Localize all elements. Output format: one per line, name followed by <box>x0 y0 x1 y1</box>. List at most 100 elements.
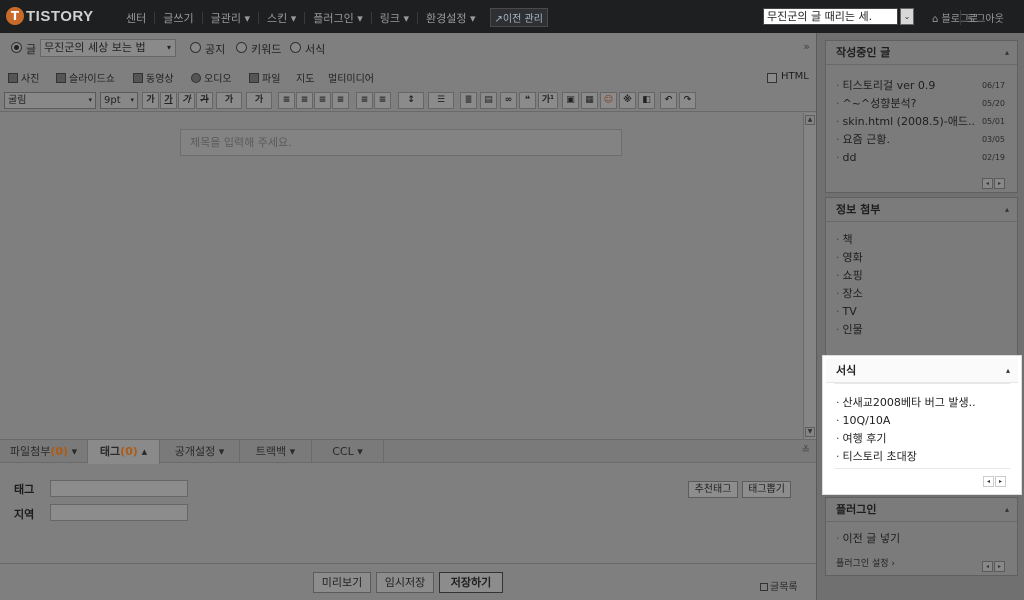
tab-file-attach[interactable]: 파일첨부(0) ▾ <box>0 440 88 463</box>
nav-posts[interactable]: 글관리 ▾ <box>211 10 250 26</box>
title-input[interactable]: 제목을 입력해 주세요. <box>180 129 622 156</box>
strike-button[interactable]: 가 <box>196 92 213 109</box>
list-item[interactable]: · 이전 글 넣기 <box>826 530 1017 548</box>
underline-button[interactable]: 가 <box>160 92 177 109</box>
media-audio-button[interactable]: 오디오 <box>191 70 232 85</box>
save-template-button[interactable]: ◧ <box>638 92 655 109</box>
minimize-icon[interactable]: ▴ <box>1005 498 1009 521</box>
list-item[interactable]: · 영화 <box>826 249 1017 267</box>
editor-scrollbar[interactable]: ▲ ▼ <box>803 113 816 439</box>
media-video-button[interactable]: 동영상 <box>133 70 174 85</box>
post-list-link[interactable]: 글목록 <box>760 578 798 593</box>
list-item[interactable]: · TV <box>826 303 1017 321</box>
recommend-tags-button[interactable]: 추천태그 <box>688 481 738 498</box>
list-item[interactable]: · 티스토리 초대장 <box>826 448 1018 466</box>
align-left-button[interactable]: ≡ <box>278 92 295 109</box>
prev-page-icon[interactable]: ◂ <box>982 178 993 189</box>
html-checkbox[interactable] <box>767 73 777 83</box>
list-item[interactable]: · 티스토리걸 ver 0.9 06/17 <box>826 77 1017 95</box>
box-button[interactable]: ▣ <box>562 92 579 109</box>
font-select[interactable]: 굴림 ▾ <box>4 92 96 109</box>
expand-icon[interactable]: » <box>803 40 810 53</box>
keyword-radio[interactable] <box>236 42 247 53</box>
special-char-button[interactable]: ※ <box>619 92 636 109</box>
undo-button[interactable]: ↶ <box>660 92 677 109</box>
outdent-button[interactable]: ≡ <box>374 92 391 109</box>
scroll-down-icon[interactable]: ▼ <box>805 427 815 437</box>
temp-save-button[interactable]: 임시저장 <box>376 572 434 593</box>
plugin-settings-link[interactable]: 플러그인 설정 › <box>836 556 895 569</box>
list-item[interactable]: · dd 02/19 <box>826 149 1017 167</box>
prev-admin-button[interactable]: ↗이전 관리 <box>489 8 548 27</box>
align-right-button[interactable]: ≡ <box>314 92 331 109</box>
align-center-button[interactable]: ≡ <box>296 92 313 109</box>
tab-ccl[interactable]: CCL ▾ <box>312 440 384 463</box>
next-page-icon[interactable]: ▸ <box>994 178 1005 189</box>
minimize-icon[interactable]: ▴ <box>1005 41 1009 64</box>
tab-visibility[interactable]: 공개설정 ▾ <box>160 440 240 463</box>
list-item[interactable]: · ^~^성향분석? 05/20 <box>826 95 1017 113</box>
media-map-button[interactable]: 지도 <box>296 70 314 85</box>
list-item[interactable]: · 요즘 근황. 03/05 <box>826 131 1017 149</box>
minimize-icon[interactable]: ▴ <box>1005 198 1009 221</box>
highlight-color-button[interactable]: 가 <box>246 92 272 109</box>
preview-button[interactable]: 미리보기 <box>313 572 371 593</box>
nav-settings[interactable]: 환경설정 ▾ <box>426 10 476 26</box>
minimize-icon[interactable]: ▴ <box>1006 359 1010 382</box>
nav-write[interactable]: 글쓰기 <box>163 10 193 26</box>
logout-link[interactable]: 로그아웃 <box>960 10 1004 25</box>
editor-canvas[interactable]: 제목을 입력해 주세요. <box>0 113 803 439</box>
next-page-icon[interactable]: ▸ <box>994 561 1005 572</box>
collapse-icon[interactable]: ≚ <box>802 445 810 456</box>
list-item[interactable]: · 쇼핑 <box>826 267 1017 285</box>
font-color-button[interactable]: 가 <box>216 92 242 109</box>
align-justify-button[interactable]: ≡ <box>332 92 349 109</box>
template-radio[interactable] <box>290 42 301 53</box>
blog-select[interactable]: 무진군의 글 때리는 세. <box>763 8 898 25</box>
prev-page-icon[interactable]: ◂ <box>983 476 994 487</box>
font-size-select[interactable]: 9pt ▾ <box>100 92 138 109</box>
superscript-button[interactable]: 가¹ <box>538 92 558 109</box>
emoticon-button[interactable]: ☺ <box>600 92 617 109</box>
nav-skin[interactable]: 스킨 ▾ <box>267 10 296 26</box>
media-multimedia-button[interactable]: 멀티미디어 <box>328 70 374 85</box>
notice-radio[interactable] <box>190 42 201 53</box>
tab-tag[interactable]: 태그(0) ▴ <box>88 440 160 464</box>
post-radio[interactable] <box>11 42 22 53</box>
tag-input[interactable] <box>50 480 188 497</box>
prev-page-icon[interactable]: ◂ <box>982 561 993 572</box>
list-item[interactable]: · skin.html (2008.5)-애드.. 05/01 <box>826 113 1017 131</box>
save-button[interactable]: 저장하기 <box>439 572 503 593</box>
list-item[interactable]: · 장소 <box>826 285 1017 303</box>
list-item[interactable]: · 여행 후기 <box>826 430 1018 448</box>
quote-button[interactable]: ❝ <box>519 92 536 109</box>
nav-plugin[interactable]: 플러그인 ▾ <box>313 10 363 26</box>
extract-tags-button[interactable]: 태그뽑기 <box>742 481 791 498</box>
location-input[interactable] <box>50 504 188 521</box>
scroll-up-icon[interactable]: ▲ <box>805 115 815 125</box>
bold-button[interactable]: 가 <box>142 92 159 109</box>
next-page-icon[interactable]: ▸ <box>995 476 1006 487</box>
line-height-button[interactable]: ↕ <box>398 92 424 109</box>
redo-button[interactable]: ↷ <box>679 92 696 109</box>
list-item[interactable]: · 인물 <box>826 321 1017 339</box>
nav-center[interactable]: 센터 <box>126 10 146 26</box>
nav-link[interactable]: 링크 ▾ <box>380 10 409 26</box>
tistory-logo[interactable]: T TISTORY <box>6 6 94 26</box>
table-button[interactable]: ▤ <box>480 92 497 109</box>
divider-line-button[interactable]: ≣ <box>460 92 477 109</box>
indent-button[interactable]: ≡ <box>356 92 373 109</box>
media-slideshow-button[interactable]: 슬라이드쇼 <box>56 70 115 85</box>
tab-trackback[interactable]: 트랙백 ▾ <box>240 440 312 463</box>
media-photo-button[interactable]: 사진 <box>8 70 39 85</box>
link-button[interactable]: ∞ <box>500 92 517 109</box>
list-item[interactable]: · 산새교2008베타 버그 발생.. <box>826 394 1018 412</box>
list-item[interactable]: · 10Q/10A <box>826 412 1018 430</box>
italic-button[interactable]: 가 <box>178 92 195 109</box>
list-button[interactable]: ☰ <box>428 92 454 109</box>
list-item[interactable]: · 책 <box>826 231 1017 249</box>
blog-select-dropdown-icon[interactable]: ⌄ <box>900 8 914 25</box>
media-file-button[interactable]: 파일 <box>249 70 280 85</box>
calendar-button[interactable]: ▦ <box>581 92 598 109</box>
category-select[interactable]: 무진군의 세상 보는 법 ▾ <box>40 39 176 57</box>
